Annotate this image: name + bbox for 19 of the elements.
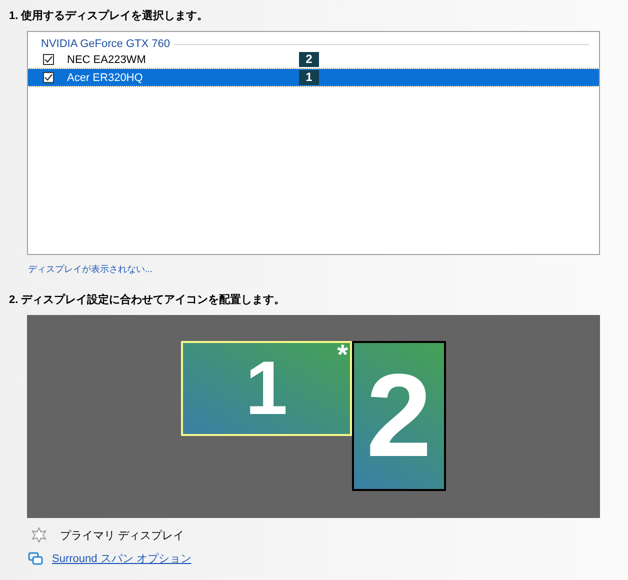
gpu-group-label: NVIDIA GeForce GTX 760 (41, 38, 170, 50)
display-name: NEC EA223WM (67, 54, 147, 66)
asterisk-icon (31, 527, 47, 543)
display-row[interactable]: Acer ER320HQ 1 (28, 69, 599, 86)
monitor-tile[interactable]: 2 (352, 341, 446, 491)
checkbox[interactable] (43, 54, 54, 65)
display-row[interactable]: NEC EA223WM 2 (28, 51, 599, 68)
monitor-tile[interactable]: 1 * (181, 341, 352, 436)
step-heading: 1. 使用するディスプレイを選択します。 (9, 8, 208, 23)
missing-display-link[interactable]: ディスプレイが表示されない... (28, 263, 153, 276)
display-number: 2 (299, 52, 319, 67)
primary-mark: * (337, 339, 348, 371)
step-heading: 2. ディスプレイ設定に合わせてアイコンを配置します。 (9, 292, 286, 307)
surround-link[interactable]: Surround スパン オプション (52, 551, 192, 566)
checkbox[interactable] (43, 72, 54, 83)
surround-icon (28, 552, 43, 566)
display-number: 1 (299, 70, 319, 85)
display-name: Acer ER320HQ (67, 72, 144, 84)
primary-legend: プライマリ ディスプレイ (60, 528, 184, 542)
